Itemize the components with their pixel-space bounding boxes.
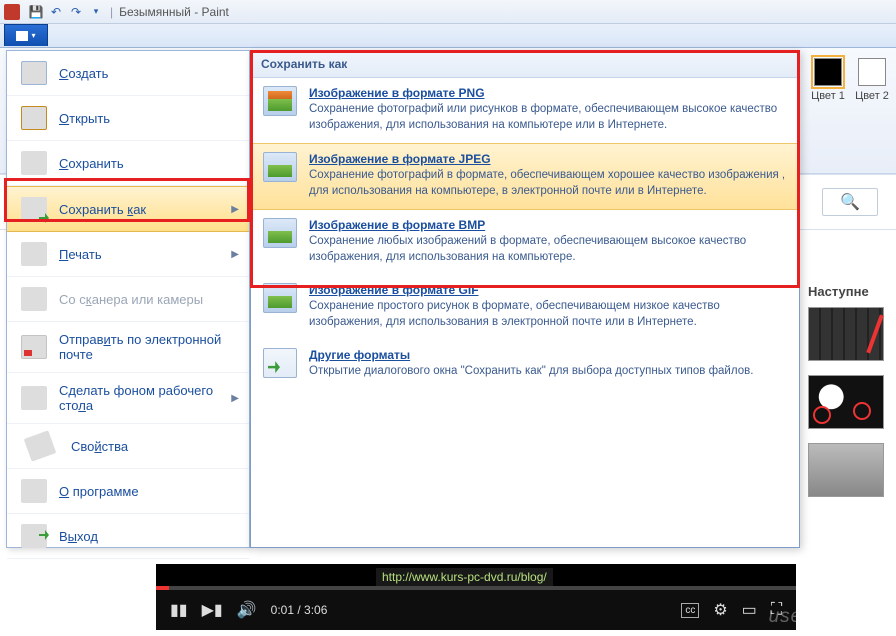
format-title: Изображение в формате GIF [309,283,787,297]
about-icon [21,479,47,503]
video-controls: ▮▮ ▶▮ 🔊 0:01 / 3:06 cc ⚙ ▭ ⛶ [156,590,796,630]
menu-label: Отправить по электронной почте [59,332,235,362]
format-desc: Сохранение фотографий в формате, обеспеч… [309,168,787,199]
redo-icon[interactable]: ↷ [68,4,84,20]
format-title: Изображение в формате JPEG [309,152,787,166]
color-1-box [814,58,842,86]
format-desc: Сохранение простого рисунок в формате, о… [309,299,787,330]
chevron-down-icon: ▾ [31,31,35,40]
print-icon [21,242,47,266]
file-menu: Создать Открыть Сохранить Сохранить как … [6,50,250,548]
menu-label: Сохранить как [59,202,146,217]
menu-item-exit[interactable]: Выход [7,514,249,559]
menu-item-properties[interactable]: Свойства [7,424,249,469]
format-desc: Сохранение фотографий или рисунков в фор… [309,102,787,133]
bmp-format-icon [263,218,297,248]
menu-label: Создать [59,66,108,81]
properties-icon [24,430,57,461]
menu-item-scanner: Со сканера или камеры [7,277,249,322]
format-title: Изображение в формате PNG [309,86,787,100]
new-file-icon [21,61,47,85]
quick-access-toolbar: 💾 ↶ ↷ ▾ [28,4,104,20]
menu-item-open[interactable]: Открыть [7,96,249,141]
menu-label: Открыть [59,111,110,126]
menu-item-save[interactable]: Сохранить [7,141,249,186]
next-column: Наступне [808,284,890,511]
save-as-icon [21,197,47,221]
ribbon-colors-group: Цвет 1 Цвет 2 [808,58,892,102]
file-tab[interactable]: ▾ [4,24,48,46]
save-as-format-jpeg[interactable]: Изображение в формате JPEG Сохранение фо… [251,143,799,210]
format-title: Другие форматы [309,348,753,362]
app-icon [4,4,20,20]
color-2-label: Цвет 2 [852,90,892,102]
scanner-icon [21,287,47,311]
format-title: Изображение в формате BMP [309,218,787,232]
save-as-format-other[interactable]: Другие форматы Открытие диалогового окна… [251,340,799,390]
gif-format-icon [263,283,297,313]
fullscreen-icon[interactable]: ⛶ [771,601,782,619]
submenu-arrow-icon: ▶ [231,393,239,404]
pause-button[interactable]: ▮▮ [170,600,188,620]
color-2-box [858,58,886,86]
volume-icon[interactable]: 🔊 [237,600,257,620]
save-as-format-png[interactable]: Изображение в формате PNG Сохранение фот… [251,78,799,143]
save-icon [21,151,47,175]
save-as-format-bmp[interactable]: Изображение в формате BMP Сохранение люб… [251,210,799,275]
menu-label: Сохранить [59,156,124,171]
save-as-format-gif[interactable]: Изображение в формате GIF Сохранение про… [251,275,799,340]
save-icon[interactable]: 💾 [28,4,44,20]
mail-icon [21,335,47,359]
desktop-bg-icon [21,386,47,410]
ribbon-tab-strip: ▾ [0,24,896,48]
settings-icon[interactable]: ⚙ [713,600,727,620]
menu-item-print[interactable]: Печать ▶ [7,232,249,277]
next-button[interactable]: ▶▮ [202,600,223,620]
separator: | [110,5,113,19]
save-as-submenu: Сохранить как Изображение в формате PNG … [250,50,800,548]
next-thumb-3[interactable] [808,443,884,497]
menu-item-send-mail[interactable]: Отправить по электронной почте [7,322,249,373]
exit-icon [21,524,47,548]
color-1-label: Цвет 1 [808,90,848,102]
menu-item-save-as[interactable]: Сохранить как ▶ [7,186,249,232]
title-bar: 💾 ↶ ↷ ▾ | Безымянный - Paint [0,0,896,24]
submenu-arrow-icon: ▶ [231,204,239,215]
undo-icon[interactable]: ↶ [48,4,64,20]
menu-label: Сделать фоном рабочего стола [59,383,235,413]
menu-label: Печать [59,247,102,262]
next-thumb-2[interactable] [808,375,884,429]
video-time: 0:01 / 3:06 [271,603,328,617]
other-format-icon [263,348,297,378]
subtitles-icon[interactable]: cc [681,603,699,618]
next-heading: Наступне [808,284,890,299]
search-icon: 🔍 [840,192,860,212]
window-title: Безымянный - Paint [119,5,229,19]
color-2-swatch[interactable]: Цвет 2 [852,58,892,102]
search-box[interactable]: 🔍 [822,188,878,216]
video-player: http://www.kurs-pc-dvd.ru/blog/ ▮▮ ▶▮ 🔊 … [156,564,796,630]
menu-item-desktop-bg[interactable]: Сделать фоном рабочего стола ▶ [7,373,249,424]
format-desc: Сохранение любых изображений в формате, … [309,234,787,265]
png-format-icon [263,86,297,116]
menu-item-about[interactable]: О программе [7,469,249,514]
jpeg-format-icon [263,152,297,182]
open-folder-icon [21,106,47,130]
theater-mode-icon[interactable]: ▭ [742,600,757,620]
menu-item-new[interactable]: Создать [7,51,249,96]
file-tab-icon [16,31,28,41]
menu-label: О программе [59,484,139,499]
menu-label: Выход [59,529,98,544]
menu-label: Свойства [71,439,128,454]
qat-dropdown-icon[interactable]: ▾ [88,4,104,20]
video-url-overlay: http://www.kurs-pc-dvd.ru/blog/ [376,568,553,586]
next-thumb-1[interactable] [808,307,884,361]
color-1-swatch[interactable]: Цвет 1 [808,58,848,102]
menu-label: Со сканера или камеры [59,292,203,307]
save-as-header: Сохранить как [251,51,799,78]
format-desc: Открытие диалогового окна "Сохранить как… [309,364,753,380]
submenu-arrow-icon: ▶ [231,249,239,260]
